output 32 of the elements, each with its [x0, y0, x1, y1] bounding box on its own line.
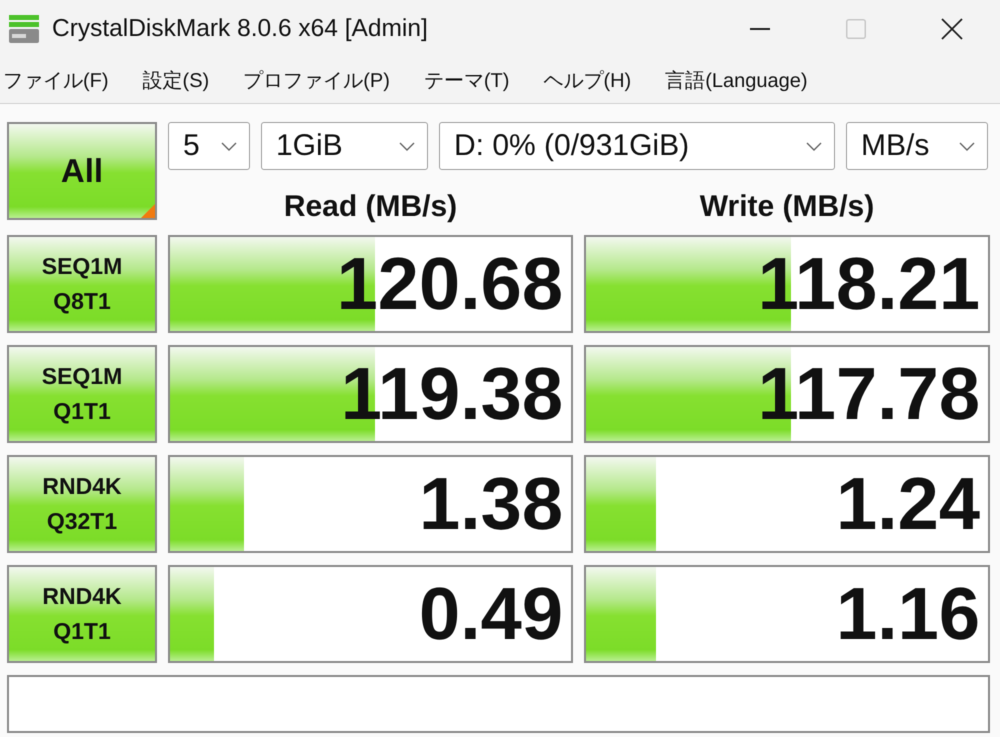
menu-item[interactable]: ファイル(F): [3, 66, 109, 94]
chevron-down-icon: [221, 142, 237, 150]
chevron-down-icon: [399, 142, 415, 150]
column-header: Write (MB/s): [700, 190, 874, 223]
result-value: 1.24: [836, 467, 981, 541]
test-button[interactable]: RND4K Q32T1: [7, 455, 157, 553]
menu-item[interactable]: テーマ(T): [424, 66, 510, 94]
result-value: 1.38: [418, 467, 564, 541]
test-button[interactable]: SEQ1M Q8T1: [7, 235, 157, 333]
menu-item[interactable]: ヘルプ(H): [543, 66, 632, 94]
result-value: 0.49: [418, 577, 564, 651]
comment-field[interactable]: [7, 675, 990, 733]
dropdown[interactable]: 1GiB: [261, 122, 428, 170]
corner-triangle-icon: [141, 204, 155, 218]
drive-icon: [8, 14, 40, 44]
column-header: Read (MB/s): [284, 190, 458, 223]
test-button[interactable]: SEQ1M Q1T1: [7, 345, 157, 443]
dropdown[interactable]: D: 0% (0/931GiB): [439, 122, 835, 170]
test-button[interactable]: RND4K Q1T1: [7, 565, 157, 663]
menu-item[interactable]: 設定(S): [142, 66, 210, 94]
result-value: 1.16: [836, 577, 981, 651]
all-button[interactable]: All: [7, 122, 157, 220]
minimize-icon: [750, 28, 770, 30]
maximize-icon: [846, 18, 866, 38]
dropdown[interactable]: 5: [168, 122, 250, 170]
chevron-down-icon: [959, 142, 975, 150]
close-icon: [941, 18, 963, 40]
chevron-down-icon: [806, 142, 822, 150]
dropdown[interactable]: MB/s: [846, 122, 988, 170]
menu-item[interactable]: 言語(Language): [665, 66, 808, 94]
menu-item[interactable]: プロファイル(P): [243, 66, 390, 94]
window-title: CrystalDiskMark 8.0.6 x64 [Admin]: [52, 14, 428, 42]
